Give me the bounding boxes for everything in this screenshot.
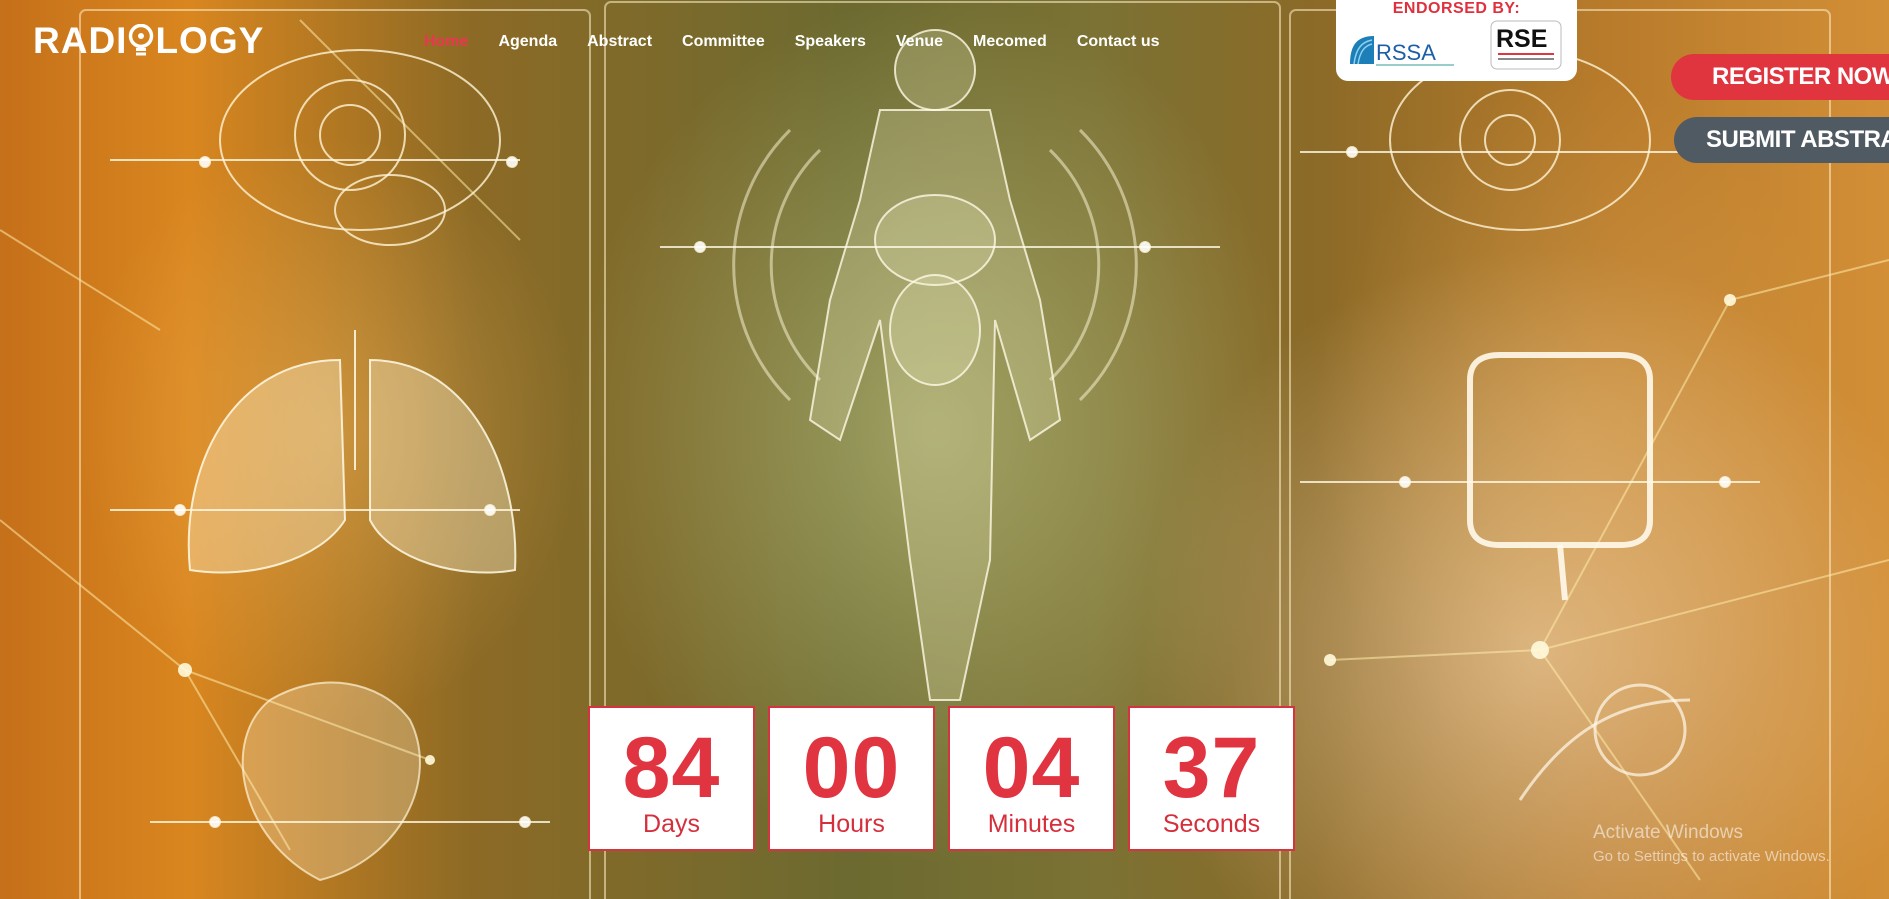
- countdown-label: Days: [643, 810, 700, 838]
- register-now-button[interactable]: REGISTER NOW: [1671, 54, 1889, 100]
- countdown-value: 37: [1162, 720, 1261, 816]
- countdown-label: Minutes: [987, 810, 1076, 838]
- rssa-logo[interactable]: RSSA: [1348, 30, 1458, 70]
- nav-item-contact-us[interactable]: Contact us: [1077, 33, 1160, 51]
- nav-item-abstract[interactable]: Abstract: [587, 33, 652, 51]
- countdown-minutes: 04 Minutes: [948, 706, 1115, 851]
- logo-text-left: RADI: [33, 20, 128, 61]
- watermark-subtitle: Go to Settings to activate Windows.: [1593, 848, 1830, 865]
- nav-item-speakers[interactable]: Speakers: [795, 33, 866, 51]
- nav-item-agenda[interactable]: Agenda: [498, 33, 557, 51]
- nav-item-mecomed[interactable]: Mecomed: [973, 33, 1047, 51]
- rse-logo[interactable]: RSE: [1490, 20, 1562, 70]
- submit-abstract-button[interactable]: SUBMIT ABSTRACT: [1674, 117, 1889, 163]
- logo-text-right: LOGY: [155, 20, 265, 61]
- endorsed-by-panel: ENDORSED BY: RSSA RSE: [1336, 0, 1577, 81]
- countdown-value: 04: [982, 720, 1081, 816]
- countdown-value: 84: [622, 720, 721, 816]
- nav-item-home[interactable]: Home: [424, 33, 468, 51]
- nav-item-venue[interactable]: Venue: [896, 33, 943, 51]
- countdown-seconds: 37 Seconds: [1128, 706, 1295, 851]
- countdown-timer: 84 Days 00 Hours 04 Minutes 37 Seconds: [588, 706, 1295, 851]
- nav-item-committee[interactable]: Committee: [682, 33, 765, 51]
- countdown-hours: 00 Hours: [768, 706, 935, 851]
- site-logo[interactable]: RADI LOGY: [33, 20, 264, 62]
- watermark-title: Activate Windows: [1593, 822, 1743, 843]
- countdown-days: 84 Days: [588, 706, 755, 851]
- main-nav: Home Agenda Abstract Committee Speakers …: [424, 33, 1190, 51]
- lightbulb-logo-icon: [128, 23, 154, 58]
- rse-logo-text: RSE: [1496, 25, 1547, 53]
- countdown-label: Hours: [818, 810, 885, 838]
- activate-windows-watermark: Activate Windows Go to Settings to activ…: [1593, 822, 1830, 865]
- endorsed-title: ENDORSED BY:: [1392, 0, 1521, 17]
- rssa-logo-text: RSSA: [1376, 40, 1436, 65]
- countdown-label: Seconds: [1162, 810, 1261, 838]
- countdown-value: 00: [802, 720, 901, 816]
